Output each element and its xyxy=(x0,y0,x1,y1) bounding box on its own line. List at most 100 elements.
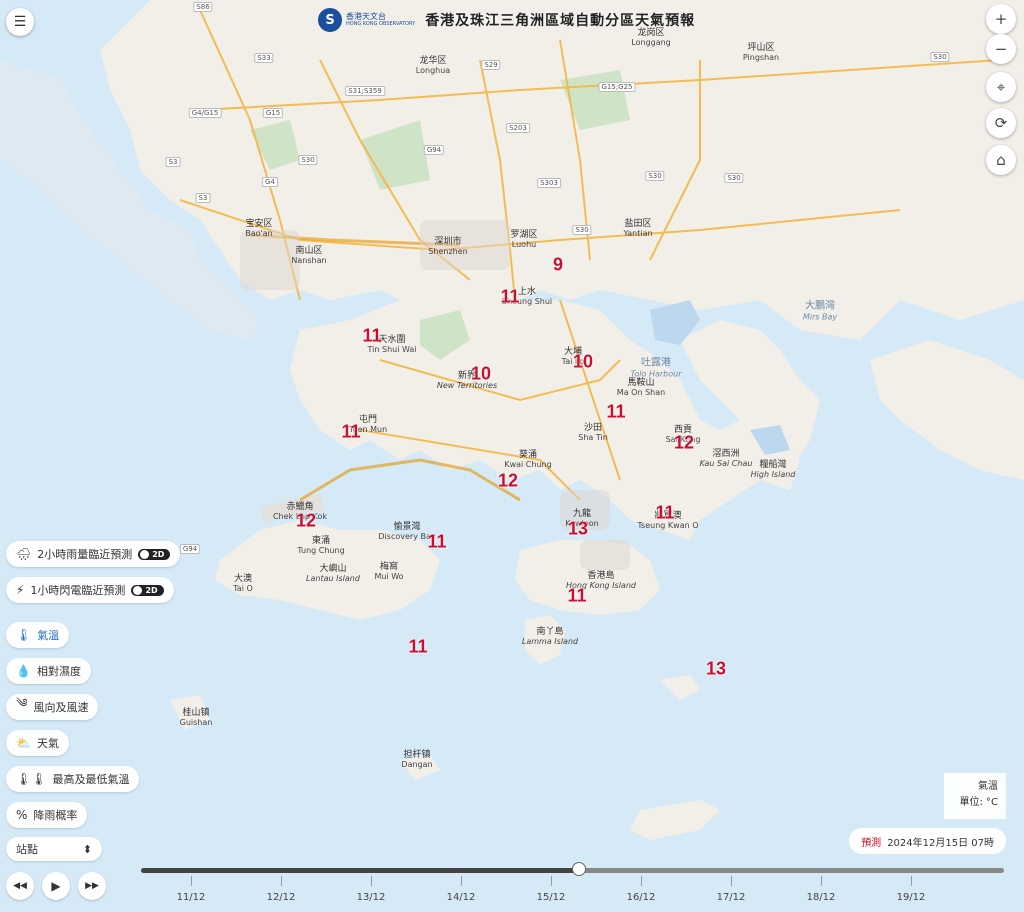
place-label: 葵涌 Kwai Chung xyxy=(504,450,552,470)
place-label: 龙华区 Longhua xyxy=(415,56,451,76)
droplet-icon: 💧 xyxy=(16,664,31,678)
place-label: 梅窩 Mui Wo xyxy=(374,562,404,582)
place-label: 宝安区 Bao'an xyxy=(245,219,273,239)
play-icon: ▶ xyxy=(51,879,61,893)
road-shield: S3 xyxy=(195,193,211,203)
2d-toggle[interactable]: 2D xyxy=(138,548,171,560)
place-label: 滘西洲 Kau Sai Chau xyxy=(699,449,753,469)
unit-legend: 氣溫 單位: °C xyxy=(944,773,1006,819)
timeline-date-label[interactable]: 16/12 xyxy=(627,892,656,903)
layer-label: 2小時雨量臨近預測 xyxy=(37,548,133,561)
place-label: 担杆镇 Dangan xyxy=(401,750,433,770)
road-shield: S31;S359 xyxy=(345,86,385,96)
road-shield: G94 xyxy=(179,544,201,554)
timeline-tick xyxy=(191,876,192,886)
timeline-date-label[interactable]: 17/12 xyxy=(717,892,746,903)
logo-en: HONG KONG OBSERVATORY xyxy=(346,20,416,27)
percent-icon: % xyxy=(16,808,28,822)
temperature-value[interactable]: 12 xyxy=(498,471,518,492)
temperature-value[interactable]: 9 xyxy=(553,255,563,276)
temperature-value[interactable]: 12 xyxy=(674,433,694,454)
layer-rain-nowcast[interactable]: 🌧 2小時雨量臨近預測 2D xyxy=(6,541,181,567)
road-shield: S30 xyxy=(724,173,744,183)
timeline-date-label[interactable]: 19/12 xyxy=(897,892,926,903)
timeline-date-label[interactable]: 13/12 xyxy=(357,892,386,903)
timeline-progress xyxy=(141,868,580,873)
temperature-value[interactable]: 10 xyxy=(471,364,491,385)
refresh-button[interactable]: ⟳ xyxy=(986,108,1016,138)
zoom-in-button[interactable]: + xyxy=(986,4,1016,34)
road-shield: S29 xyxy=(481,60,501,70)
forecast-time-box: 預測 2024年12月15日 07時 xyxy=(849,828,1006,854)
layer-temperature[interactable]: 🌡 氣溫 xyxy=(6,622,70,648)
road-shield: S86 xyxy=(193,2,213,12)
timeline-tick xyxy=(731,876,732,886)
plus-icon: + xyxy=(994,10,1008,28)
road-shield: G15;G25 xyxy=(598,82,636,92)
layer-max-min-temp[interactable]: 🌡🌡 最高及最低氣溫 xyxy=(6,766,140,792)
locate-icon: ⌖ xyxy=(996,78,1006,96)
timeline-tick xyxy=(911,876,912,886)
forward-button[interactable]: ▶▶ xyxy=(78,872,106,900)
place-label: 大嶼山 Lantau Island xyxy=(306,564,360,584)
timeline-date-label[interactable]: 15/12 xyxy=(537,892,566,903)
menu-button[interactable]: ☰ xyxy=(6,8,34,36)
road-shield: S33 xyxy=(254,53,274,63)
home-button[interactable]: ⌂ xyxy=(986,145,1016,175)
timeline-tick xyxy=(821,876,822,886)
road-shield: S30 xyxy=(645,171,665,181)
road-shield: S30 xyxy=(572,225,592,235)
timeline-tick xyxy=(641,876,642,886)
temperature-value[interactable]: 11 xyxy=(655,503,674,524)
layer-weather[interactable]: ⛅ 天氣 xyxy=(6,730,69,756)
refresh-icon: ⟳ xyxy=(994,114,1008,132)
temperature-value[interactable]: 10 xyxy=(573,352,593,373)
temperature-value[interactable]: 11 xyxy=(500,287,519,308)
rain-cloud-icon: 🌧 xyxy=(16,547,32,561)
timeline-date-label[interactable]: 12/12 xyxy=(267,892,296,903)
temperature-value[interactable]: 13 xyxy=(568,519,588,540)
road-shield: S203 xyxy=(506,123,530,133)
place-label: 沙田 Sha Tin xyxy=(578,423,608,443)
play-button[interactable]: ▶ xyxy=(42,872,70,900)
temperature-value[interactable]: 11 xyxy=(362,326,381,347)
wind-icon: ༄ xyxy=(16,696,28,710)
temperature-value[interactable]: 11 xyxy=(567,586,586,607)
place-label: 南丫島 Lamma Island xyxy=(521,627,579,647)
rewind-button[interactable]: ◀◀ xyxy=(6,872,34,900)
weather-icon: ⛅ xyxy=(16,736,31,750)
temperature-value[interactable]: 11 xyxy=(408,637,427,658)
temperature-value[interactable]: 11 xyxy=(341,422,360,443)
road-shield: G4 xyxy=(262,177,278,187)
legend-title: 氣溫 xyxy=(978,781,998,792)
select-arrow-icon: ⬍ xyxy=(82,842,92,856)
place-label: 大澳 Tai O xyxy=(233,574,253,594)
max-min-thermometer-icon: 🌡🌡 xyxy=(16,772,47,786)
2d-toggle[interactable]: 2D xyxy=(131,584,164,596)
layer-humidity[interactable]: 💧 相對濕度 xyxy=(6,658,91,684)
place-label: 盐田区 Yantian xyxy=(623,219,653,239)
timeline-tick xyxy=(551,876,552,886)
layer-label: 氣溫 xyxy=(37,629,60,642)
layer-lightning-nowcast[interactable]: ⚡ 1小時閃電臨近預測 2D xyxy=(6,577,174,603)
place-label: 深圳市 Shenzhen xyxy=(428,237,468,257)
timeline-date-label[interactable]: 11/12 xyxy=(177,892,206,903)
zoom-out-button[interactable]: − xyxy=(986,34,1016,64)
timeline-date-label[interactable]: 14/12 xyxy=(447,892,476,903)
place-label: 東涌 Tung Chung xyxy=(297,536,345,556)
temperature-value[interactable]: 11 xyxy=(427,532,446,553)
temperature-value[interactable]: 12 xyxy=(296,511,316,532)
road-shield: G4/G15 xyxy=(188,108,222,118)
timeline-tick xyxy=(461,876,462,886)
station-select[interactable]: 站點 ⬍ xyxy=(6,837,102,861)
layer-wind[interactable]: ༄ 風向及風速 xyxy=(6,694,99,720)
temperature-value[interactable]: 11 xyxy=(606,402,625,423)
hko-logo-icon: S xyxy=(318,8,342,32)
layer-rain-probability[interactable]: % 降雨概率 xyxy=(6,802,88,828)
place-label: 坪山区 Pingshan xyxy=(742,43,780,63)
forecast-label: 預測 xyxy=(861,837,882,849)
road-shield: S30 xyxy=(930,52,950,62)
locate-button[interactable]: ⌖ xyxy=(986,72,1016,102)
timeline-date-label[interactable]: 18/12 xyxy=(807,892,836,903)
temperature-value[interactable]: 13 xyxy=(706,659,726,680)
